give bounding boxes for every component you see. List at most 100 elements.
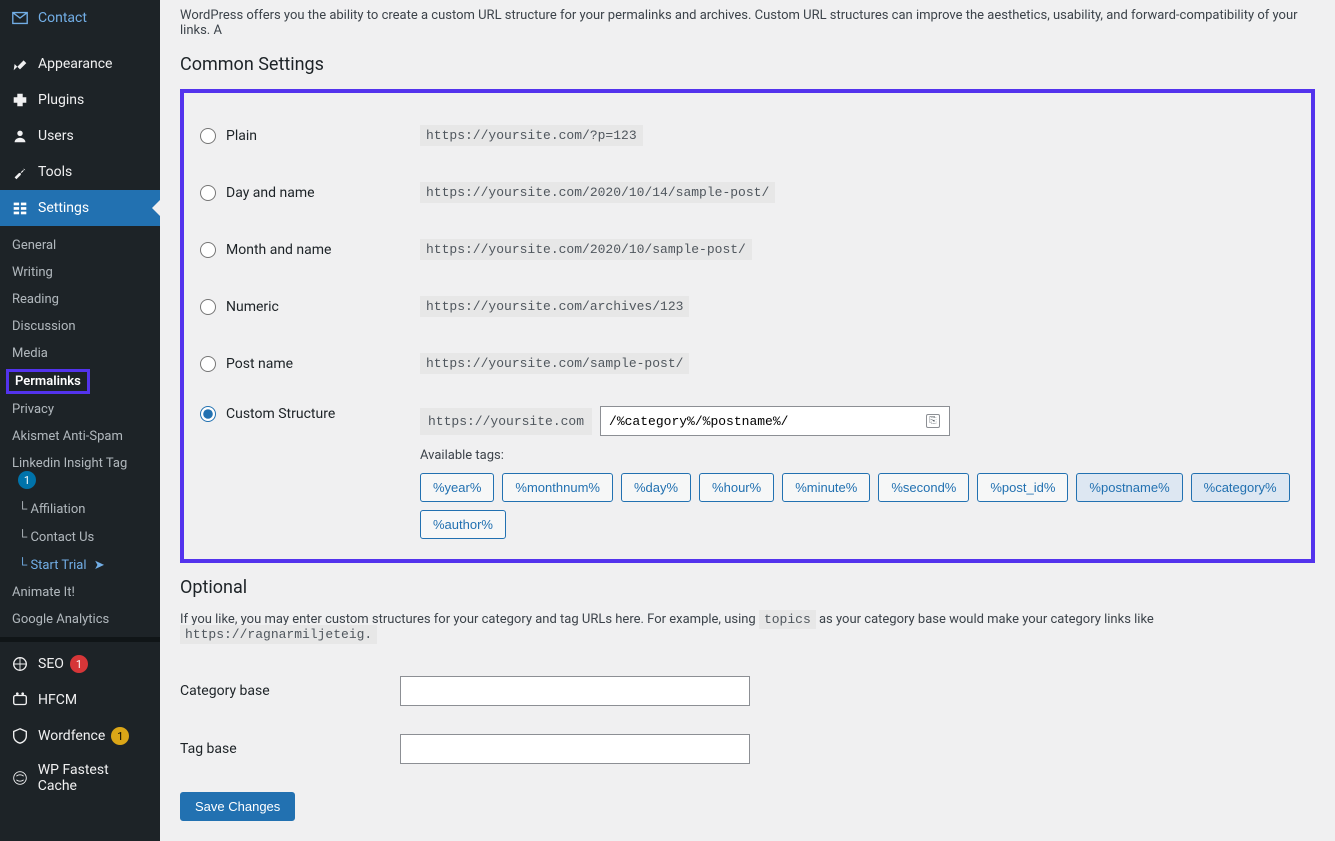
submenu-linkedin[interactable]: Linkedin Insight Tag 1 — [0, 450, 160, 495]
tag-hour[interactable]: %hour% — [699, 473, 774, 502]
plain-label[interactable]: Plain — [200, 128, 420, 144]
submenu-contactus[interactable]: └ Contact Us — [0, 523, 160, 551]
postname-example: https://yoursite.com/sample-post/ — [420, 353, 689, 374]
sidebar-item-contact[interactable]: Contact — [0, 0, 160, 36]
tag-base-label: Tag base — [180, 741, 400, 757]
permalink-options-box: Plain https://yoursite.com/?p=123 Day an… — [180, 89, 1315, 563]
tag-postname[interactable]: %postname% — [1076, 473, 1182, 502]
tag-category[interactable]: %category% — [1191, 473, 1290, 502]
sidebar-item-plugins[interactable]: Plugins — [0, 82, 160, 118]
postname-label[interactable]: Post name — [200, 356, 420, 372]
custom-radio[interactable] — [200, 406, 216, 422]
postname-radio[interactable] — [200, 356, 216, 372]
submenu-affiliation[interactable]: └ Affiliation — [0, 495, 160, 523]
numeric-label[interactable]: Numeric — [200, 299, 420, 315]
tag-base-row: Tag base — [180, 720, 1315, 778]
hfcm-icon — [10, 690, 30, 710]
tag-monthnum[interactable]: %monthnum% — [502, 473, 613, 502]
sidebar-label: Plugins — [38, 92, 84, 108]
numeric-example: https://yoursite.com/archives/123 — [420, 296, 689, 317]
tag-minute[interactable]: %minute% — [782, 473, 870, 502]
option-monthname: Month and name https://yoursite.com/2020… — [200, 221, 1295, 278]
wordfence-icon — [10, 726, 30, 746]
main-content: WordPress offers you the ability to crea… — [160, 0, 1335, 841]
sidebar-label: Users — [38, 128, 74, 144]
option-postname: Post name https://yoursite.com/sample-po… — [200, 335, 1295, 392]
submenu-akismet[interactable]: Akismet Anti-Spam — [0, 423, 160, 450]
submenu-animate[interactable]: Animate It! — [0, 579, 160, 606]
save-button[interactable]: Save Changes — [180, 792, 295, 821]
option-custom: Custom Structure https://yoursite.com ⎘ … — [200, 392, 1295, 539]
wpfc-icon — [10, 768, 30, 788]
sidebar-label: SEO — [38, 656, 64, 672]
submenu-writing[interactable]: Writing — [0, 259, 160, 286]
tags-container: %year% %monthnum% %day% %hour% %minute% … — [420, 473, 1295, 539]
sidebar-item-settings[interactable]: Settings — [0, 190, 160, 226]
sidebar-item-users[interactable]: Users — [0, 118, 160, 154]
dayname-label[interactable]: Day and name — [200, 185, 420, 201]
option-plain: Plain https://yoursite.com/?p=123 — [200, 107, 1295, 164]
contact-icon — [10, 8, 30, 28]
option-numeric: Numeric https://yoursite.com/archives/12… — [200, 278, 1295, 335]
submenu-permalinks[interactable]: Permalinks — [6, 369, 90, 394]
admin-sidebar: Contact Appearance Plugins Users Tools S… — [0, 0, 160, 841]
users-icon — [10, 126, 30, 146]
submenu-google-analytics[interactable]: Google Analytics — [0, 606, 160, 633]
custom-structure-input[interactable] — [600, 406, 950, 436]
numeric-radio[interactable] — [200, 299, 216, 315]
arrow-icon: ➤ — [94, 558, 105, 573]
tag-second[interactable]: %second% — [878, 473, 969, 502]
tag-author[interactable]: %author% — [420, 510, 506, 539]
tag-day[interactable]: %day% — [621, 473, 691, 502]
monthname-radio[interactable] — [200, 242, 216, 258]
seo-badge: 1 — [70, 655, 88, 673]
optional-text: If you like, you may enter custom struct… — [180, 612, 1315, 642]
tag-postid[interactable]: %post_id% — [977, 473, 1068, 502]
sidebar-item-tools[interactable]: Tools — [0, 154, 160, 190]
sidebar-item-hfcm[interactable]: HFCM — [0, 682, 160, 718]
tools-icon — [10, 162, 30, 182]
seo-icon — [10, 654, 30, 674]
sidebar-label: Wordfence — [38, 728, 105, 744]
sidebar-label: Contact — [38, 10, 87, 26]
sidebar-item-appearance[interactable]: Appearance — [0, 46, 160, 82]
optional-heading: Optional — [180, 577, 1315, 598]
plugins-icon — [10, 90, 30, 110]
tag-year[interactable]: %year% — [420, 473, 494, 502]
plain-example: https://yoursite.com/?p=123 — [420, 125, 643, 146]
optional-code-url: https://ragnarmiljeteig. — [180, 625, 377, 644]
sidebar-item-seo[interactable]: SEO 1 — [0, 646, 160, 682]
sidebar-item-wordfence[interactable]: Wordfence 1 — [0, 718, 160, 754]
appearance-icon — [10, 54, 30, 74]
category-base-input[interactable] — [400, 676, 750, 706]
sidebar-label: HFCM — [38, 692, 77, 708]
submenu-start-trial[interactable]: └ Start Trial ➤ — [0, 551, 160, 579]
tag-base-input[interactable] — [400, 734, 750, 764]
submenu-discussion[interactable]: Discussion — [0, 313, 160, 340]
settings-icon — [10, 198, 30, 218]
optional-code-topics: topics — [759, 610, 816, 629]
dayname-radio[interactable] — [200, 185, 216, 201]
monthname-label[interactable]: Month and name — [200, 242, 420, 258]
wordfence-badge: 1 — [111, 727, 129, 745]
sidebar-label: Appearance — [38, 56, 112, 72]
submenu-media[interactable]: Media — [0, 340, 160, 367]
submenu-general[interactable]: General — [0, 232, 160, 259]
sidebar-separator — [0, 637, 160, 642]
submenu-privacy[interactable]: Privacy — [0, 396, 160, 423]
category-base-label: Category base — [180, 683, 400, 699]
category-base-row: Category base — [180, 662, 1315, 720]
submenu-label: Linkedin Insight Tag — [12, 456, 127, 471]
monthname-example: https://yoursite.com/2020/10/sample-post… — [420, 239, 752, 260]
sidebar-label: WP Fastest Cache — [38, 762, 150, 794]
option-dayname: Day and name https://yoursite.com/2020/1… — [200, 164, 1295, 221]
plain-radio[interactable] — [200, 128, 216, 144]
custom-label[interactable]: Custom Structure — [200, 406, 420, 422]
sidebar-item-wpfc[interactable]: WP Fastest Cache — [0, 754, 160, 802]
common-settings-heading: Common Settings — [180, 54, 1315, 75]
submenu-reading[interactable]: Reading — [0, 286, 160, 313]
sidebar-label: Settings — [38, 200, 89, 216]
custom-prefix: https://yoursite.com — [420, 408, 592, 435]
sidebar-label: Tools — [38, 164, 72, 180]
dayname-example: https://yoursite.com/2020/10/14/sample-p… — [420, 182, 775, 203]
